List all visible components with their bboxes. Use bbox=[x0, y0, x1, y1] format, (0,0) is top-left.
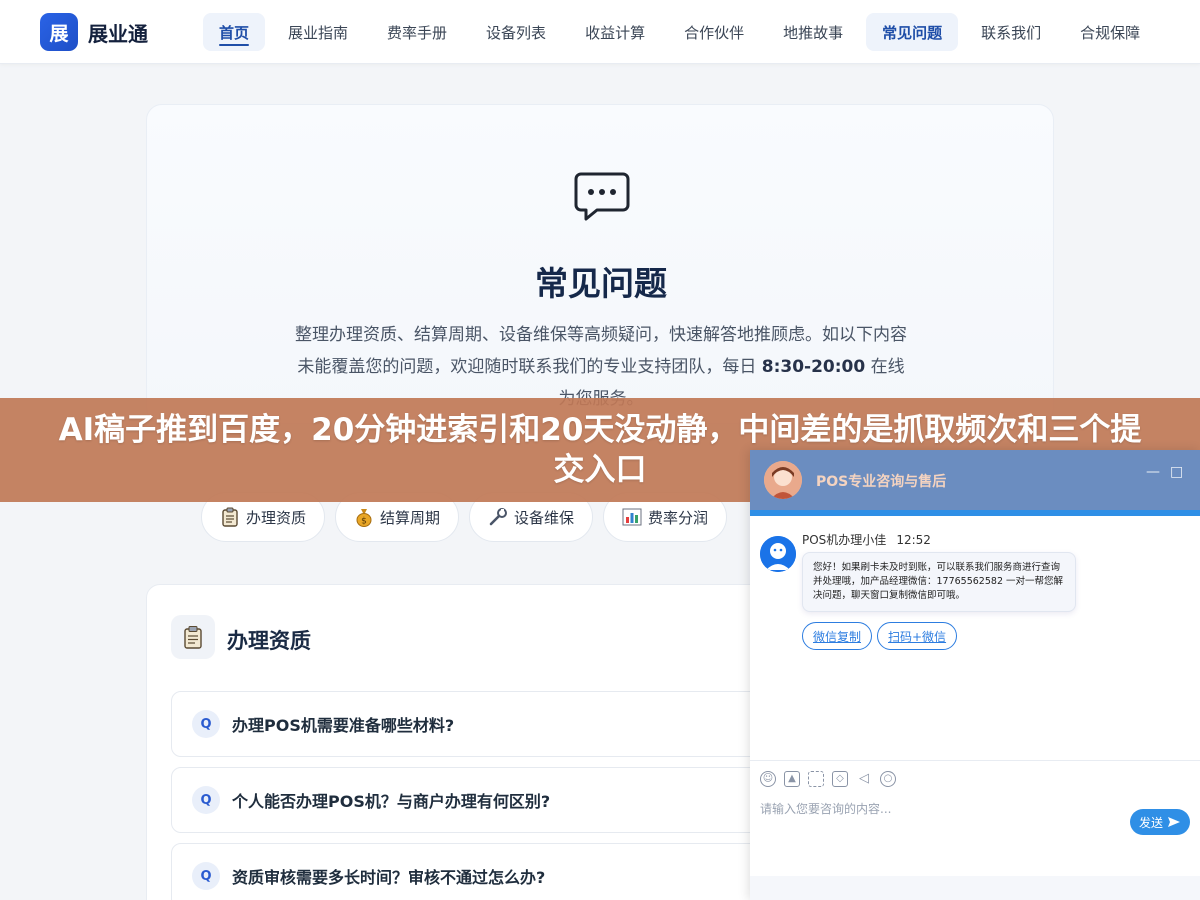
page-title: 常见问题 bbox=[535, 264, 667, 303]
message-time: 12:52 bbox=[896, 533, 931, 547]
nav-item-partners[interactable]: 合作伙伴 bbox=[668, 13, 760, 51]
bot-avatar bbox=[760, 536, 796, 572]
message-meta: POS机办理小佳 12:52 bbox=[802, 531, 931, 548]
scan-wechat-button[interactable]: 扫码+微信 bbox=[877, 622, 958, 650]
clipboard-icon bbox=[220, 507, 240, 527]
faq-question: 个人能否办理POS机？与商户办理有何区别? bbox=[232, 792, 551, 811]
wechat-icon[interactable]: ○ bbox=[880, 770, 896, 787]
chat-title: POS专业咨询与售后 bbox=[816, 474, 947, 490]
faq-question: 办理POS机需要准备哪些材料? bbox=[232, 716, 455, 735]
image-icon[interactable]: ▲ bbox=[784, 770, 800, 787]
maximize-icon[interactable]: □ bbox=[1170, 464, 1183, 480]
nav-item-faq[interactable]: 常见问题 bbox=[866, 13, 959, 51]
chat-toolbar: ☺ ▲ ◇ ◁ ○ bbox=[750, 760, 1200, 796]
copy-wechat-button[interactable]: 微信复制 bbox=[802, 622, 873, 650]
faq-question: 资质审核需要多长时间？审核不通过怎么办? bbox=[232, 868, 546, 887]
send-button[interactable]: 发送 bbox=[1130, 809, 1190, 835]
chat-input[interactable]: 请输入您要咨询的内容... bbox=[760, 800, 891, 817]
brand-logo[interactable]: 展 展业通 bbox=[40, 13, 148, 51]
question-badge: Q bbox=[192, 786, 220, 814]
nav-item-contact[interactable]: 联系我们 bbox=[965, 13, 1057, 51]
nav-item-calculator[interactable]: 收益计算 bbox=[569, 13, 661, 51]
chat-header: POS专业咨询与售后 — □ bbox=[750, 450, 1200, 510]
message-bubble: 您好！如果刷卡未及时到账，可以联系我们服务商进行查询并处理哦，加产品经理微信：1… bbox=[802, 552, 1076, 612]
service-hours: 8:30-20:00 bbox=[761, 357, 866, 377]
question-badge: Q bbox=[192, 710, 220, 738]
emoji-icon[interactable]: ☺ bbox=[760, 770, 776, 787]
nav-item-guide[interactable]: 展业指南 bbox=[272, 13, 364, 51]
nav-item-rates[interactable]: 费率手册 bbox=[371, 13, 463, 51]
section-title: 办理资质 bbox=[227, 629, 311, 653]
clipboard-icon bbox=[171, 615, 215, 659]
screenshot-icon[interactable] bbox=[808, 770, 824, 787]
faq-hero-card: 常见问题 整理办理资质、结算周期、设备维保等高频疑问，快速解答地推顾虑。如以下内… bbox=[146, 104, 1054, 424]
brand-name: 展业通 bbox=[88, 21, 148, 46]
wrench-icon bbox=[488, 507, 508, 527]
nav-item-compliance[interactable]: 合规保障 bbox=[1064, 13, 1156, 51]
chat-footer bbox=[750, 876, 1200, 900]
chat-widget: POS专业咨询与售后 — □ POS机办理小佳 12:52 您好！如果刷卡未及时到… bbox=[750, 450, 1200, 900]
mute-icon[interactable]: ◁ bbox=[856, 771, 872, 787]
send-arrow-icon bbox=[1168, 817, 1180, 827]
nav-item-home[interactable]: 首页 bbox=[203, 13, 266, 51]
nav-item-devices[interactable]: 设备列表 bbox=[470, 13, 562, 51]
shield-icon[interactable]: ◇ bbox=[832, 770, 848, 787]
logo-icon: 展 bbox=[40, 13, 78, 51]
money-bag-icon: $ bbox=[354, 507, 374, 527]
agent-name: POS机办理小佳 bbox=[802, 533, 887, 547]
minimize-icon[interactable]: — bbox=[1146, 464, 1160, 480]
bar-chart-icon bbox=[622, 507, 642, 527]
speech-bubble-icon bbox=[574, 172, 630, 221]
question-badge: Q bbox=[192, 862, 220, 890]
svg-text:$: $ bbox=[361, 517, 367, 527]
top-navbar: 展 展业通 首页 展业指南 费率手册 设备列表 收益计算 合作伙伴 地推故事 常… bbox=[0, 0, 1200, 64]
nav-item-stories[interactable]: 地推故事 bbox=[767, 13, 859, 51]
agent-avatar bbox=[764, 461, 802, 499]
main-nav: 首页 展业指南 费率手册 设备列表 收益计算 合作伙伴 地推故事 常见问题 联系… bbox=[203, 13, 1163, 51]
